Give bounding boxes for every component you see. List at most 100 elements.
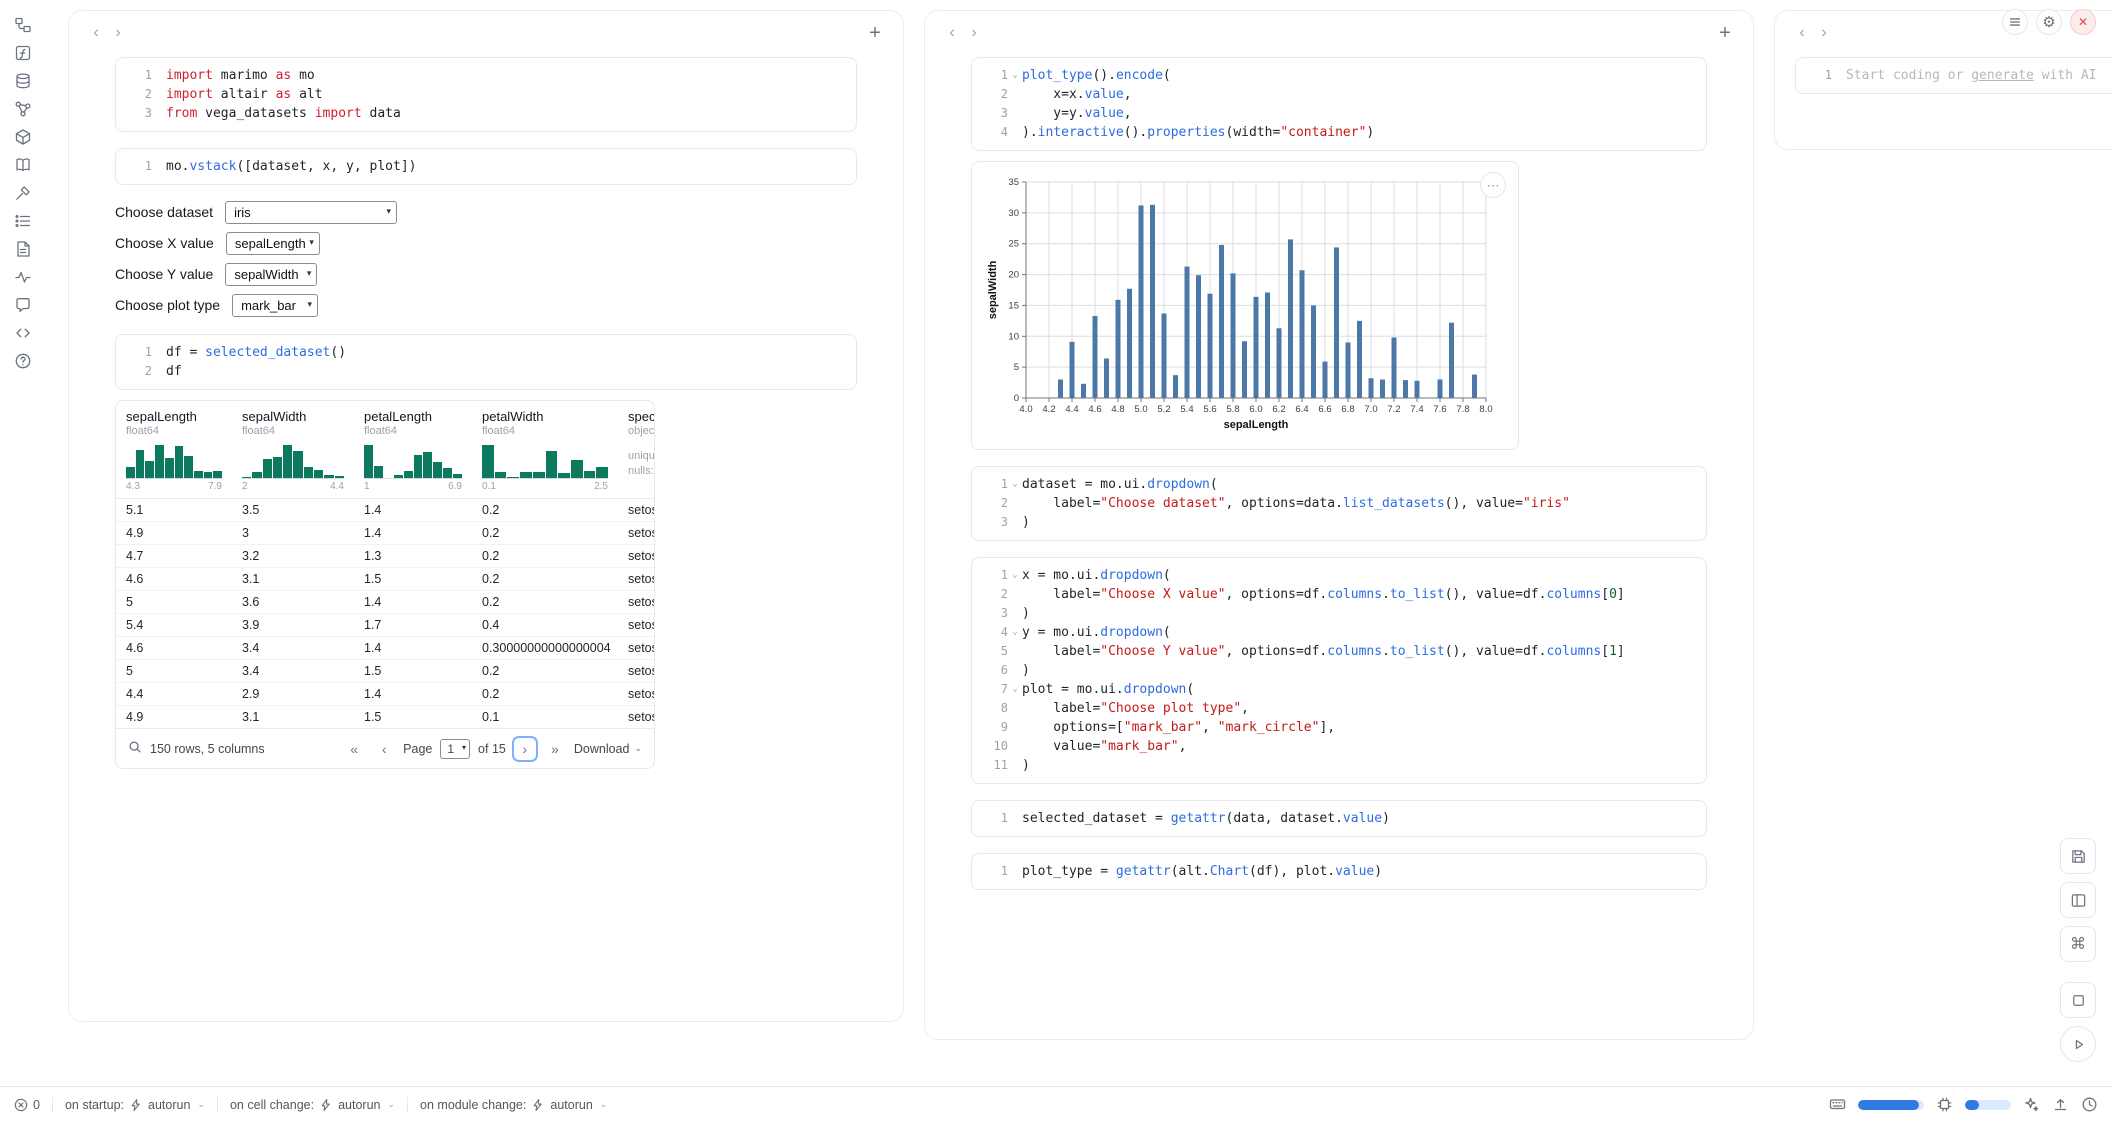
sidebar-outline-button[interactable]	[9, 208, 37, 234]
last-page-button[interactable]: »	[544, 738, 566, 760]
x-value-select[interactable]: sepalLength▾	[226, 232, 320, 255]
column-collapse-left-button[interactable]: ‹	[941, 22, 963, 44]
line-number: 2	[986, 494, 1008, 513]
cell-plot-editor[interactable]: 1⌄plot_type().encode(2 x=x.value,3 y=y.v…	[971, 57, 1707, 151]
runtime-setting-on-module-change[interactable]: on module change:autorun⌄	[420, 1098, 607, 1112]
cell-vstack-editor[interactable]: 1mo.vstack([dataset, x, y, plot])	[115, 148, 857, 185]
column-header-petalWidth[interactable]: petalWidthfloat640.12.5	[472, 401, 618, 499]
sidebar-notebook-graph-button[interactable]	[9, 12, 37, 38]
code-text: from vega_datasets import data	[166, 104, 401, 123]
empty-cell-editor[interactable]: 1 Start coding or generate with AI	[1795, 57, 2112, 94]
sidebar-documentation-button[interactable]	[9, 152, 37, 178]
next-page-button[interactable]: ›	[514, 738, 536, 760]
add-cell-button[interactable]: +	[863, 21, 887, 45]
sidebar-functions-button[interactable]	[9, 40, 37, 66]
spacer	[1008, 513, 1022, 532]
page-number-select[interactable]: 1▾	[440, 739, 470, 759]
fold-icon[interactable]: ⌄	[1008, 680, 1022, 699]
line-number: 1	[986, 566, 1008, 585]
share-button[interactable]	[2052, 1096, 2069, 1113]
column-histogram[interactable]: 4.37.9	[126, 445, 222, 492]
line-number: 7	[986, 680, 1008, 699]
cell-xy-plot-dropdowns-editor[interactable]: 1⌄x = mo.ui.dropdown(2 label="Choose X v…	[971, 557, 1707, 784]
sidebar-tracing-button[interactable]	[9, 264, 37, 290]
sidebar-chat-button[interactable]	[9, 292, 37, 318]
sidebar-datasources-button[interactable]	[9, 68, 37, 94]
fold-icon[interactable]: ⌄	[1008, 623, 1022, 642]
column-histogram[interactable]: 16.9	[364, 445, 462, 492]
menu-button[interactable]	[2002, 9, 2028, 35]
cpu-button[interactable]	[1936, 1096, 1953, 1113]
column-collapse-right-button[interactable]: ›	[1813, 22, 1835, 44]
svg-text:7.4: 7.4	[1410, 404, 1423, 415]
chart-actions-button[interactable]: ⋯	[1480, 172, 1506, 198]
runtime-setting-on-startup[interactable]: on startup:autorun⌄	[65, 1098, 205, 1112]
fold-icon[interactable]: ⌄	[1008, 566, 1022, 585]
column-collapse-right-button[interactable]: ›	[963, 22, 985, 44]
previous-page-button[interactable]: ‹	[373, 738, 395, 760]
cpu-usage-bar[interactable]	[1965, 1100, 2011, 1110]
editor-placeholder: Start coding or generate with AI	[1846, 66, 2096, 85]
cell-imports-editor[interactable]: 1import marimo as mo2import altair as al…	[115, 57, 857, 132]
ai-assist-button[interactable]	[2023, 1096, 2040, 1113]
line-number: 8	[986, 699, 1008, 718]
column-header-sepalWidth[interactable]: sepalWidthfloat6424.4	[232, 401, 354, 499]
y-value-select[interactable]: sepalWidth▾	[225, 263, 317, 286]
run-button[interactable]	[2060, 1026, 2096, 1062]
errors-indicator[interactable]: 0	[14, 1098, 40, 1112]
dataset-select[interactable]: iris▾	[225, 201, 397, 224]
histogram-max: 2.5	[594, 481, 608, 492]
keyboard-shortcuts-button[interactable]: ⌘	[2060, 926, 2096, 962]
sidebar-dependencies-button[interactable]	[9, 96, 37, 122]
column-histogram[interactable]: 0.12.5	[482, 445, 608, 492]
sidebar-tools-button[interactable]	[9, 180, 37, 206]
code-line: 9 options=["mark_bar", "mark_circle"],	[986, 718, 1692, 737]
altair-chart-output[interactable]: ⋯ 4.04.24.44.64.85.05.25.45.65.86.06.26.…	[971, 161, 1519, 450]
column-collapse-right-button[interactable]: ›	[107, 22, 129, 44]
line-number: 4	[986, 623, 1008, 642]
column-header-petalLength[interactable]: petalLengthfloat6416.9	[354, 401, 472, 499]
download-button[interactable]: Download⌄	[574, 742, 642, 756]
tools-icon	[14, 184, 32, 202]
column-histogram[interactable]: 24.4	[242, 445, 344, 492]
sidebar-files-button[interactable]	[9, 236, 37, 262]
bar	[1254, 297, 1259, 398]
search-button[interactable]	[128, 740, 142, 757]
keyboard-button[interactable]	[1829, 1096, 1846, 1113]
plot-type-select[interactable]: mark_bar▾	[232, 294, 318, 317]
column-collapse-left-button[interactable]: ‹	[1791, 22, 1813, 44]
column-collapse-left-button[interactable]: ‹	[85, 22, 107, 44]
bar	[1093, 316, 1098, 398]
cell-plot-type-editor[interactable]: 1plot_type = getattr(alt.Chart(df), plot…	[971, 853, 1707, 890]
runtime-setting-on-cell-change[interactable]: on cell change:autorun⌄	[230, 1098, 395, 1112]
line-number: 1	[130, 343, 152, 362]
fold-icon[interactable]: ⌄	[1008, 475, 1022, 494]
history-button[interactable]	[2081, 1096, 2098, 1113]
spacer	[152, 157, 166, 176]
histogram-bar	[213, 471, 222, 478]
table-cell: 0.30000000000000004	[472, 637, 618, 660]
settings-button[interactable]: ⚙	[2036, 9, 2062, 35]
layout-button[interactable]	[2060, 882, 2096, 918]
generate-with-ai-link[interactable]: generate	[1971, 68, 2034, 83]
bar-chart[interactable]: 4.04.24.44.64.85.05.25.45.65.86.06.26.46…	[984, 172, 1496, 434]
first-page-button[interactable]: «	[343, 738, 365, 760]
shutdown-button[interactable]: ✕	[2070, 9, 2096, 35]
table-scroll-area[interactable]: sepalLengthfloat644.37.9sepalWidthfloat6…	[116, 401, 654, 728]
histogram-bar	[374, 466, 383, 478]
cell-dataset-dropdown-editor[interactable]: 1⌄dataset = mo.ui.dropdown(2 label="Choo…	[971, 466, 1707, 541]
datasources-icon	[14, 72, 32, 90]
save-button[interactable]	[2060, 838, 2096, 874]
notebook-columns: ‹ › + 1import marimo as mo2import altair…	[68, 10, 2112, 1040]
fold-icon[interactable]: ⌄	[1008, 66, 1022, 85]
column-header-sepalLength[interactable]: sepalLengthfloat644.37.9	[116, 401, 232, 499]
column-header-species[interactable]: speciesobjectunique:nulls:	[618, 401, 654, 499]
cell-df-editor[interactable]: 1df = selected_dataset()2df	[115, 334, 857, 390]
sidebar-snippets-button[interactable]	[9, 320, 37, 346]
interrupt-button[interactable]	[2060, 982, 2096, 1018]
add-cell-button[interactable]: +	[1713, 21, 1737, 45]
sidebar-help-button[interactable]	[9, 348, 37, 374]
sidebar-packages-button[interactable]	[9, 124, 37, 150]
cell-selected-dataset-editor[interactable]: 1selected_dataset = getattr(data, datase…	[971, 800, 1707, 837]
memory-usage-bar[interactable]	[1858, 1100, 1924, 1110]
